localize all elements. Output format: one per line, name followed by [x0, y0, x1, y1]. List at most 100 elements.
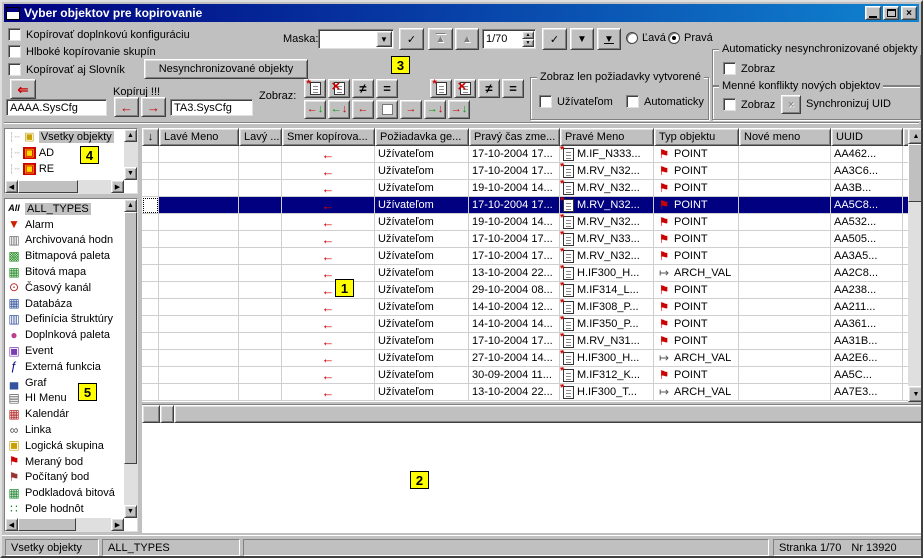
type-item-kalend-r[interactable]: ▦Kalendár [5, 406, 124, 422]
show-identical-objects-button[interactable]: = [502, 79, 524, 98]
row-marker-cell[interactable] [142, 350, 159, 367]
mask-dropdown-button[interactable]: ▼ [376, 31, 392, 47]
lower-header-cell[interactable] [142, 405, 160, 423]
source-system-field[interactable]: AAAA.SysCfg [6, 99, 107, 116]
scroll-up-button[interactable]: ▲ [124, 129, 137, 142]
checkbox-box[interactable] [8, 45, 21, 58]
dir-left-button[interactable]: ← [352, 100, 374, 119]
title-bar[interactable]: Vyber objektov pre kopirovanie × [4, 4, 919, 22]
row-marker-cell[interactable] [142, 180, 159, 197]
column-header-uuid[interactable]: UUID [831, 128, 903, 146]
object-types-panel[interactable]: AllALL_TYPES▼Alarm▥Archivovaná hodn▩Bitm… [4, 198, 138, 532]
table-row[interactable]: ←Užívateľom14-10-2004 14...*M.IF350_P...… [142, 316, 923, 333]
dir-none-button[interactable] [376, 100, 398, 119]
dir-right-button[interactable]: → [400, 100, 422, 119]
spinner-down-button[interactable]: ▼ [522, 39, 534, 47]
column-header-smer-kop-rova[interactable]: Smer kopírova... [282, 128, 375, 146]
scroll-left-button[interactable]: ◀ [5, 180, 18, 193]
checkbox-box[interactable] [626, 95, 639, 108]
type-item-bitov-mapa[interactable]: ▦Bitová mapa [5, 264, 124, 280]
type-item-doplnkov-paleta[interactable]: ●Doplnková paleta [5, 327, 124, 343]
table-row[interactable]: ←Užívateľom27-10-2004 14...*H.IF300_H...… [142, 350, 923, 367]
maximize-button[interactable] [883, 6, 899, 20]
tree-item-re[interactable]: ┆┄▣RE [5, 161, 124, 177]
table-row[interactable]: ←Užívateľom17-10-2004 17...*M.RV_N32...⚑… [142, 163, 923, 180]
column-header-prav-as-zme[interactable]: Pravý čas zme... [469, 128, 560, 146]
synchronize-uid-button[interactable]: × [781, 95, 801, 114]
scrollbar-thumb[interactable] [18, 518, 76, 531]
scrollbar-thumb[interactable] [124, 212, 137, 464]
row-marker-cell[interactable] [142, 333, 159, 350]
scroll-right-button[interactable]: ▶ [111, 518, 124, 531]
show-different-objects-button[interactable]: ≠ [352, 79, 374, 98]
tree-item-ad[interactable]: ┆┄▣AD [5, 145, 124, 161]
mask-combobox[interactable]: ▼ [318, 29, 394, 49]
lower-detail-panel[interactable] [142, 404, 923, 533]
target-system-field[interactable]: TA3.SysCfg [170, 99, 253, 116]
checkbox-created-by-user[interactable]: Užívateľom [539, 95, 613, 108]
table-row[interactable]: ←Užívateľom13-10-2004 22...*H.IF300_T...… [142, 384, 923, 401]
dir-left-auto-button[interactable]: ←↓ [304, 100, 326, 119]
lower-header-cell[interactable] [174, 405, 923, 423]
checkbox-deep-copy-groups[interactable]: Hlboké kopírovanie skupín [8, 45, 156, 58]
radio-circle[interactable] [668, 32, 680, 44]
table-row[interactable]: ←Užívateľom17-10-2004 17...*M.RV_N33...⚑… [142, 231, 923, 248]
dir-left-user-button[interactable]: ←↓ [328, 100, 350, 119]
next-page-button[interactable]: ▼ [570, 28, 594, 50]
table-row[interactable]: ←Užívateľom30-09-2004 11...*M.IF312_K...… [142, 367, 923, 384]
checkbox-box[interactable] [8, 28, 21, 41]
type-item-extern-funkcia[interactable]: ƒExterná funkcia [5, 359, 124, 375]
column-header-prav-meno[interactable]: Pravé Meno [560, 128, 654, 146]
copy-to-left-button[interactable]: ← [114, 97, 139, 117]
table-row[interactable]: ←Užívateľom17-10-2004 17...*M.RV_N32...⚑… [142, 248, 923, 265]
checkbox-copy-additional-config[interactable]: Kopírovať doplnkovú konfiguráciu [8, 28, 190, 41]
column-header-po-iadavka-ge[interactable]: Požiadavka ge... [375, 128, 469, 146]
show-new-objects-button[interactable]: * [430, 79, 452, 98]
type-item-asov-kan-l[interactable]: ⊙Časový kanál [5, 280, 124, 296]
show-deleted-objects-button[interactable]: × [328, 79, 350, 98]
scroll-down-button[interactable]: ▼ [124, 167, 137, 180]
group-tree-panel[interactable]: ┆┄▣Vsetky objekty┆┄▣AD┆┄▣RE ▲ ▼ ◀ ▶ [4, 128, 138, 194]
table-row[interactable]: ←Užívateľom17-10-2004 17...*M.RV_N32...⚑… [142, 197, 923, 214]
scroll-down-button[interactable]: ▼ [908, 386, 923, 402]
scroll-left-button[interactable]: ◀ [5, 518, 18, 531]
copy-to-right-button[interactable]: → [141, 97, 166, 117]
column-header-sort[interactable]: ↓ [142, 128, 159, 146]
row-marker-cell[interactable] [142, 163, 159, 180]
radio-left-side[interactable]: Ľavá [626, 32, 666, 44]
type-item-podkladov-bitov[interactable]: ▦Podkladová bitová [5, 485, 124, 501]
type-item-bitmapov-paleta[interactable]: ▩Bitmapová paleta [5, 248, 124, 264]
type-item-graf[interactable]: ▄Graf [5, 375, 124, 391]
grid-vertical-scrollbar[interactable]: ▲ ▼ [908, 128, 923, 402]
go-page-button[interactable]: ✓ [542, 28, 567, 50]
type-item-logick-skupina[interactable]: ▣Logická skupina [5, 438, 124, 454]
row-marker-cell[interactable] [142, 384, 159, 401]
row-marker-cell[interactable] [142, 231, 159, 248]
row-marker-cell[interactable] [142, 282, 159, 299]
row-marker-cell[interactable] [142, 299, 159, 316]
checkbox-name-conflicts-show[interactable]: Zobraz [723, 98, 775, 111]
column-header-nov-meno[interactable]: Nové meno [739, 128, 831, 146]
table-row[interactable]: ←Užívateľom29-10-2004 08...*M.IF314_L...… [142, 282, 923, 299]
type-item-event[interactable]: ▣Event [5, 343, 124, 359]
scroll-up-button[interactable]: ▲ [124, 199, 137, 212]
spinner-up-button[interactable]: ▲ [522, 31, 534, 39]
type-item-linka[interactable]: ∞Linka [5, 422, 124, 438]
type-item-all-types[interactable]: AllALL_TYPES [5, 201, 124, 217]
copy-source-button[interactable]: ⇐ [10, 79, 36, 99]
show-new-objects-button[interactable]: * [304, 79, 326, 98]
row-marker-cell[interactable] [142, 214, 159, 231]
copy-requests-grid[interactable]: ↓Lavé MenoLavý ...Smer kopírova...Požiad… [142, 128, 923, 402]
type-item-alarm[interactable]: ▼Alarm [5, 217, 124, 233]
table-row[interactable]: ←Užívateľom17-10-2004 17...*M.IF_N333...… [142, 146, 923, 163]
checkbox-box[interactable] [539, 95, 552, 108]
show-identical-objects-button[interactable]: = [376, 79, 398, 98]
minimize-button[interactable] [865, 6, 881, 20]
types-vertical-scrollbar[interactable]: ▲ ▼ [124, 199, 137, 518]
table-row[interactable]: ←Užívateľom13-10-2004 22...*H.IF300_H...… [142, 265, 923, 282]
dir-right-auto-button[interactable]: →↓ [448, 100, 470, 119]
column-header-typ-objektu[interactable]: Typ objektu [654, 128, 739, 146]
lower-header-cell[interactable] [160, 405, 174, 423]
type-item-hi-menu[interactable]: ▤HI Menu [5, 391, 124, 407]
show-different-objects-button[interactable]: ≠ [478, 79, 500, 98]
